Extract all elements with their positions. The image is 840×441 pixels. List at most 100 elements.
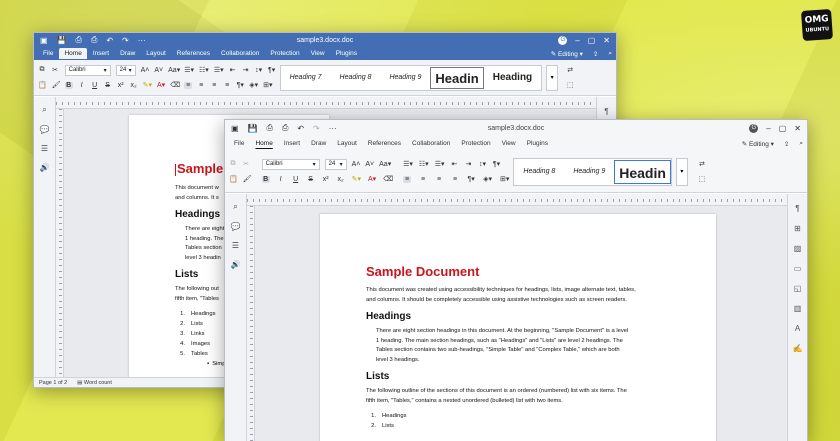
size-select[interactable]: 24 ▾ bbox=[115, 64, 136, 76]
paragraph-icon[interactable]: ¶▾ bbox=[492, 160, 500, 168]
tab-file[interactable]: File bbox=[38, 48, 58, 59]
justify-icon[interactable]: ≡ bbox=[223, 82, 231, 89]
clear-format-icon[interactable]: ⌫ bbox=[383, 175, 393, 183]
tab-protection[interactable]: Protection bbox=[265, 48, 304, 59]
redo-icon[interactable]: ↷ bbox=[122, 36, 129, 45]
strike-icon[interactable]: S bbox=[104, 82, 112, 89]
close-icon[interactable]: ✕ bbox=[603, 36, 610, 45]
bold-icon[interactable]: B bbox=[64, 81, 73, 89]
decrease-indent-icon[interactable]: ⇤ bbox=[450, 160, 458, 168]
align-center-icon[interactable]: ≡ bbox=[419, 176, 427, 183]
subscript-icon[interactable]: x₂ bbox=[337, 176, 345, 183]
underline-icon[interactable]: U bbox=[292, 176, 300, 183]
undo-icon[interactable]: ↶ bbox=[106, 36, 113, 45]
vertical-ruler[interactable] bbox=[247, 206, 255, 441]
tab-references[interactable]: References bbox=[363, 138, 406, 149]
redo-icon[interactable]: ↷ bbox=[313, 124, 320, 133]
paragraph-settings-icon[interactable]: ¶ bbox=[604, 107, 608, 116]
tab-home[interactable]: Home bbox=[59, 48, 87, 59]
replace-icon[interactable]: ⇄ bbox=[566, 66, 574, 74]
tab-view[interactable]: View bbox=[306, 48, 330, 59]
underline-icon[interactable]: U bbox=[91, 82, 99, 89]
editing-mode[interactable]: ✎ Editing ▾ bbox=[742, 140, 774, 148]
subscript-icon[interactable]: x₂ bbox=[130, 82, 138, 89]
close-icon[interactable]: ✕ bbox=[794, 124, 801, 133]
bullets-icon[interactable]: ☰▾ bbox=[184, 66, 194, 74]
share-icon[interactable]: ⇪ bbox=[593, 50, 598, 58]
copy-icon[interactable]: ⧉ bbox=[229, 160, 237, 168]
share-icon[interactable]: ⇪ bbox=[784, 140, 789, 148]
font-color-icon[interactable]: A▾ bbox=[368, 175, 376, 183]
horizontal-ruler[interactable] bbox=[247, 194, 787, 206]
style-heading-9[interactable]: Heading 9 bbox=[564, 168, 614, 175]
shape-settings-icon[interactable]: ◱ bbox=[794, 284, 802, 293]
save-icon[interactable]: 💾 bbox=[248, 124, 258, 133]
shading-icon[interactable]: ◈▾ bbox=[483, 175, 492, 183]
format-painter-icon[interactable]: 🖌 bbox=[52, 81, 61, 89]
minimize-icon[interactable]: – bbox=[766, 124, 770, 133]
more-icon[interactable]: ··· bbox=[329, 124, 337, 133]
borders-icon[interactable]: ⊞▾ bbox=[500, 175, 509, 183]
align-left-icon[interactable]: ≡ bbox=[184, 81, 193, 89]
tab-plugins[interactable]: Plugins bbox=[331, 48, 362, 59]
editing-mode[interactable]: ✎ Editing ▾ bbox=[551, 50, 583, 58]
select-icon[interactable]: ⬚ bbox=[566, 81, 574, 89]
tab-file[interactable]: File bbox=[229, 138, 249, 149]
highlight-icon[interactable]: ✎▾ bbox=[143, 81, 152, 89]
maximize-icon[interactable]: ▢ bbox=[588, 36, 596, 45]
align-left-icon[interactable]: ≡ bbox=[403, 175, 412, 183]
style-heading-8[interactable]: Heading 8 bbox=[331, 74, 381, 81]
paste-icon[interactable]: 📋 bbox=[229, 175, 238, 183]
paragraph-settings-icon[interactable]: ¶ bbox=[795, 204, 799, 213]
numbering-icon[interactable]: ☷▾ bbox=[199, 66, 209, 74]
change-case-icon[interactable]: Aa▾ bbox=[379, 160, 391, 168]
clear-format-icon[interactable]: ⌫ bbox=[170, 81, 180, 89]
shrink-font-icon[interactable]: A˅ bbox=[365, 161, 374, 168]
tab-references[interactable]: References bbox=[172, 48, 215, 59]
style-heading-1[interactable]: Headin bbox=[430, 66, 484, 89]
more-icon[interactable]: ··· bbox=[138, 36, 146, 45]
tab-layout[interactable]: Layout bbox=[332, 138, 362, 149]
copy-icon[interactable]: ⧉ bbox=[38, 66, 46, 74]
comments-icon[interactable]: 💬 bbox=[40, 125, 50, 134]
tab-collaboration[interactable]: Collaboration bbox=[216, 48, 264, 59]
print-icon[interactable]: ⎙ bbox=[76, 35, 82, 45]
shrink-font-icon[interactable]: A˅ bbox=[154, 67, 163, 74]
signature-icon[interactable]: ✍ bbox=[793, 344, 803, 353]
avatar[interactable]: G bbox=[749, 123, 759, 133]
speaker-icon[interactable]: 🔊 bbox=[40, 163, 50, 172]
navigation-icon[interactable]: ☰ bbox=[232, 241, 239, 250]
style-heading-1[interactable]: Headin bbox=[614, 159, 671, 184]
search-icon[interactable]: ⌕ bbox=[42, 105, 46, 115]
strike-icon[interactable]: S bbox=[307, 176, 315, 183]
increase-indent-icon[interactable]: ⇥ bbox=[242, 66, 250, 74]
change-case-icon[interactable]: Aa▾ bbox=[168, 66, 180, 74]
size-select[interactable]: 24 ▾ bbox=[324, 158, 347, 170]
tab-home[interactable]: Home bbox=[250, 138, 277, 149]
text-art-icon[interactable]: A bbox=[795, 324, 800, 333]
format-painter-icon[interactable]: 🖌 bbox=[243, 175, 252, 183]
line-spacing-icon[interactable]: ↕▾ bbox=[255, 66, 263, 74]
paragraph-icon[interactable]: ¶▾ bbox=[268, 66, 276, 74]
print-icon[interactable]: ⎙ bbox=[267, 123, 273, 133]
show-marks-icon[interactable]: ¶▾ bbox=[236, 81, 244, 89]
navigation-icon[interactable]: ☰ bbox=[41, 144, 48, 153]
cut-icon[interactable]: ✂ bbox=[242, 160, 250, 168]
paste-icon[interactable]: 📋 bbox=[38, 81, 47, 89]
table-settings-icon[interactable]: ⊞ bbox=[794, 224, 801, 233]
grow-font-icon[interactable]: A˄ bbox=[352, 161, 361, 168]
select-icon[interactable]: ⬚ bbox=[698, 175, 706, 183]
comments-icon[interactable]: 💬 bbox=[231, 222, 241, 231]
multilevel-icon[interactable]: ☰▾ bbox=[214, 66, 224, 74]
show-marks-icon[interactable]: ¶▾ bbox=[467, 175, 475, 183]
highlight-icon[interactable]: ✎▾ bbox=[352, 175, 361, 183]
word-count[interactable]: ▤ Word count bbox=[77, 380, 112, 386]
save-icon[interactable]: 💾 bbox=[57, 36, 67, 45]
avatar[interactable]: G bbox=[558, 35, 568, 45]
tab-view[interactable]: View bbox=[497, 138, 521, 149]
minimize-icon[interactable]: – bbox=[575, 36, 579, 45]
font-color-icon[interactable]: A▾ bbox=[157, 81, 165, 89]
style-heading-7[interactable]: Heading 7 bbox=[281, 74, 331, 81]
search-icon[interactable]: ⌕ bbox=[799, 140, 803, 148]
front-page[interactable]: Sample Document This document was create… bbox=[320, 214, 716, 441]
